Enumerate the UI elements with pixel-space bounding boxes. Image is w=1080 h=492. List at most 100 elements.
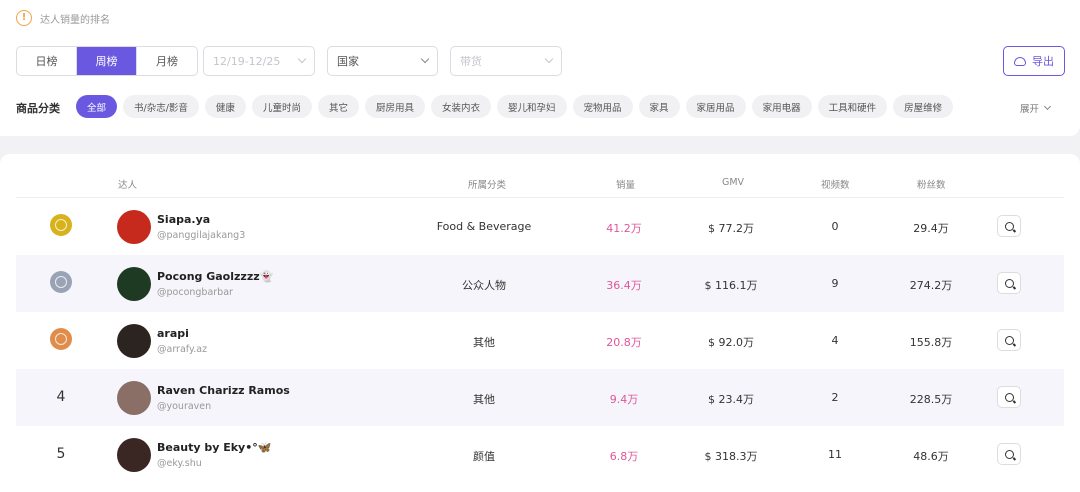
category-cell: 其他 (473, 336, 495, 349)
avatar[interactable] (117, 324, 151, 358)
influencer-handle: @youraven (157, 401, 212, 412)
period-tabs: 日榜 周榜 月榜 (16, 46, 198, 76)
silver-medal-icon (48, 269, 74, 297)
country-select[interactable]: 国家 (327, 46, 438, 76)
influencer-name[interactable]: Raven Charizz Ramos (157, 384, 290, 397)
category-chip[interactable]: 宠物用品 (572, 95, 633, 118)
search-icon (1004, 278, 1014, 288)
category-chip[interactable]: 厨房用具 (364, 95, 425, 118)
videos-cell: 9 (831, 277, 839, 290)
medal-shape (50, 328, 72, 352)
expand-button[interactable]: 展开 (1020, 101, 1052, 115)
table-row[interactable]: 5 Beauty by Eky•°🦋 @eky.shu 颜值 6.8万 $ 318.3万 1… (16, 426, 1064, 483)
influencer-name[interactable]: Pocong Gaolzzzz👻 (157, 270, 273, 283)
gmv-cell: $ 23.4万 (708, 393, 754, 406)
table-row[interactable]: 4 Raven Charizz Ramos @youraven 其他 9.4万 $ 23.… (16, 369, 1064, 426)
category-label: 商品分类 (16, 102, 60, 115)
gmv-cell: $ 116.1万 (704, 279, 758, 292)
medal-core (55, 276, 67, 288)
fans-cell: 48.6万 (913, 450, 949, 463)
search-icon (1004, 221, 1014, 231)
fans-cell: 274.2万 (909, 279, 953, 292)
avatar[interactable] (117, 267, 151, 301)
influencer-handle: @pocongbarbar (157, 287, 233, 298)
detail-button[interactable] (997, 443, 1021, 465)
category-chip[interactable]: 全部 (76, 95, 118, 118)
header-influencer: 达人 (118, 180, 138, 191)
tab-monthly[interactable]: 月榜 (137, 47, 197, 75)
influencer-name[interactable]: Beauty by Eky•°🦋 (157, 441, 271, 454)
category-chip[interactable]: 健康 (204, 95, 246, 118)
tab-daily[interactable]: 日榜 (17, 47, 77, 75)
detail-button[interactable] (997, 215, 1021, 237)
gold-medal-icon (48, 212, 74, 240)
category-chip[interactable]: 其它 (317, 95, 359, 118)
avatar[interactable] (117, 381, 151, 415)
videos-cell: 0 (831, 220, 839, 233)
filter-bar: ! 达人销量的排名 日榜 周榜 月榜 12/19-12/25 国家 带货 导出 … (0, 0, 1080, 136)
expand-label: 展开 (1020, 104, 1040, 115)
export-label: 导出 (1032, 55, 1054, 68)
category-chip[interactable]: 书/杂志/影音 (123, 95, 199, 118)
header-sales: 销量 (616, 180, 636, 191)
rank-number: 4 (56, 389, 66, 405)
bronze-medal-icon (48, 326, 74, 354)
category-cell: 颜值 (473, 450, 495, 463)
header-fans: 粉丝数 (917, 180, 946, 191)
header-category: 所属分类 (468, 180, 507, 191)
category-cell: 公众人物 (462, 279, 506, 292)
category-chip[interactable]: 家居用品 (685, 95, 746, 118)
influencer-name[interactable]: arapi (157, 327, 189, 340)
videos-cell: 4 (831, 334, 839, 347)
medal-core (55, 219, 67, 231)
rank-number: 5 (56, 446, 66, 462)
table-body: Siapa.ya @panggilajakang3 Food & Beverage 4… (16, 198, 1064, 483)
export-button[interactable]: 导出 (1003, 46, 1065, 76)
category-chip[interactable]: 工具和硬件 (817, 95, 888, 118)
notice-text: 达人销量的排名 (40, 14, 110, 26)
header-gmv: GMV (722, 177, 745, 188)
category-cell: 其他 (473, 393, 495, 406)
influencer-handle: @arrafy.az (157, 344, 208, 355)
medal-shape (50, 214, 72, 238)
table-row[interactable]: arapi @arrafy.az 其他 20.8万 $ 92.0万 4 155.8万 (16, 312, 1064, 369)
chevron-down-icon (297, 54, 307, 64)
influencer-name[interactable]: Siapa.ya (157, 213, 210, 226)
country-value: 国家 (337, 55, 359, 68)
info-icon: ! (16, 10, 32, 26)
videos-cell: 2 (831, 391, 839, 404)
influencer-handle: @panggilajakang3 (157, 230, 246, 241)
avatar[interactable] (117, 210, 151, 244)
detail-button[interactable] (997, 386, 1021, 408)
detail-button[interactable] (997, 272, 1021, 294)
category-chip[interactable]: 婴儿和孕妇 (497, 95, 567, 118)
category-chip[interactable]: 女装内衣 (430, 95, 491, 118)
live-type-select[interactable]: 带货 (450, 46, 562, 76)
avatar[interactable] (117, 438, 151, 472)
category-chip[interactable]: 家用电器 (751, 95, 812, 118)
gmv-cell: $ 77.2万 (708, 222, 754, 235)
table-row[interactable]: Pocong Gaolzzzz👻 @pocongbarbar 公众人物 36.4万 $ … (16, 255, 1064, 312)
cloud-upload-icon (1014, 56, 1026, 66)
date-range-select[interactable]: 12/19-12/25 (203, 46, 315, 76)
sales-cell: 41.2万 (606, 222, 642, 235)
influencer-handle: @eky.shu (157, 458, 202, 469)
table-row[interactable]: Siapa.ya @panggilajakang3 Food & Beverage 4… (16, 198, 1064, 255)
category-chips: 全部 书/杂志/影音 健康 儿童时尚 其它 厨房用具 女装内衣 婴儿和孕妇 宠物用品 家具 家居用品… (76, 95, 954, 118)
category-chip[interactable]: 儿童时尚 (251, 95, 312, 118)
detail-button[interactable] (997, 329, 1021, 351)
tab-weekly[interactable]: 周榜 (77, 47, 137, 75)
search-icon (1004, 335, 1014, 345)
category-chip[interactable]: 家具 (638, 95, 680, 118)
header-videos: 视频数 (821, 180, 850, 191)
medal-shape (50, 271, 72, 295)
fans-cell: 29.4万 (913, 222, 949, 235)
sales-cell: 20.8万 (606, 336, 642, 349)
medal-core (55, 333, 67, 345)
fans-cell: 155.8万 (909, 336, 953, 349)
chevron-down-icon (420, 54, 430, 64)
search-icon (1004, 449, 1014, 459)
date-range-value: 12/19-12/25 (213, 54, 281, 68)
live-type-value: 带货 (460, 55, 482, 68)
category-chip[interactable]: 房屋维修 (893, 95, 954, 118)
